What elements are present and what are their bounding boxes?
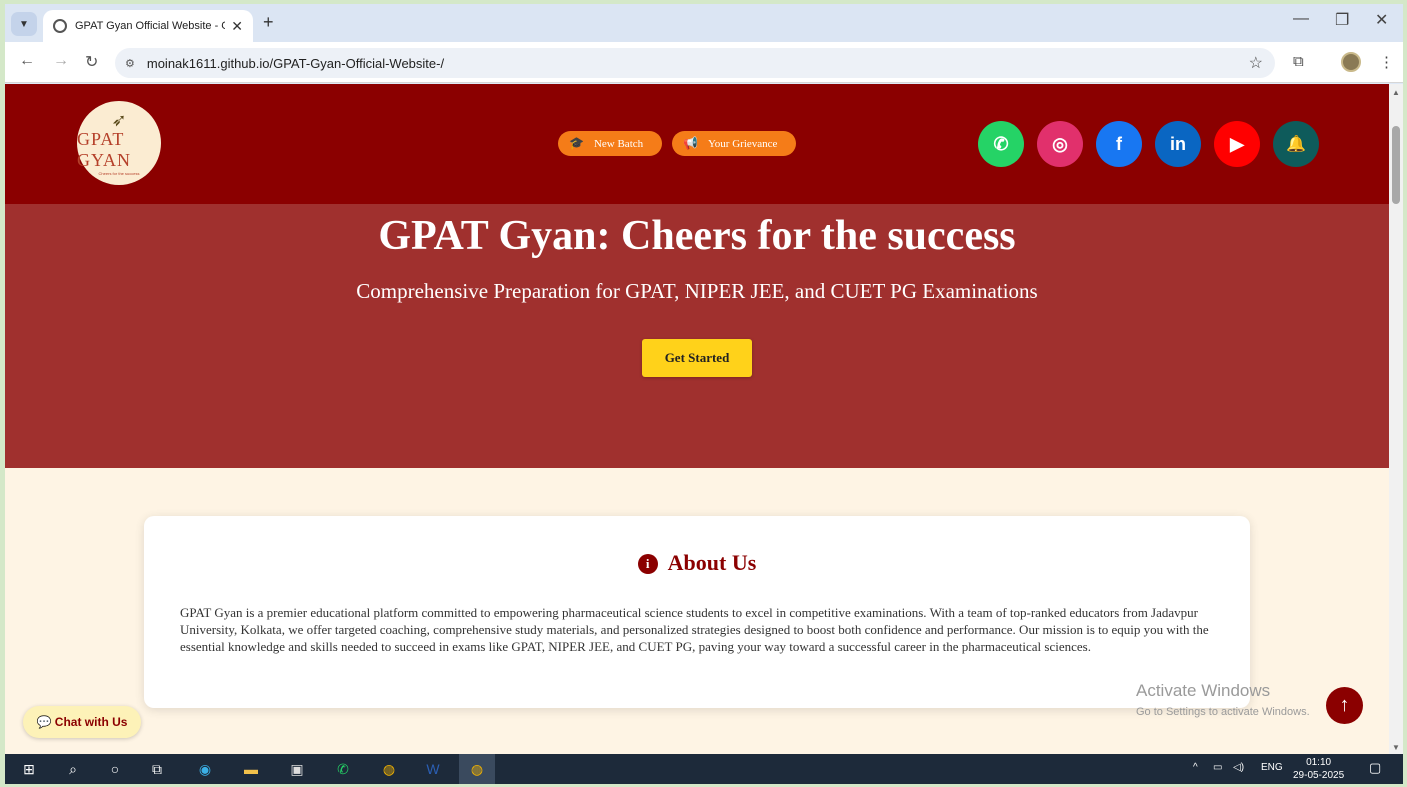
search-icon[interactable]: ⌕ bbox=[59, 757, 87, 781]
address-bar[interactable]: ⚙ moinak1611.github.io/GPAT-Gyan-Officia… bbox=[115, 48, 1275, 78]
volume-icon[interactable]: ◁) bbox=[1233, 762, 1244, 773]
about-text: GPAT Gyan is a premier educational platf… bbox=[180, 605, 1209, 654]
whatsapp-icon[interactable]: ✆ bbox=[978, 121, 1024, 167]
menu-kebab-icon[interactable]: ⋮ bbox=[1379, 53, 1394, 71]
site-info-icon[interactable]: ⚙ bbox=[125, 57, 135, 70]
hero-section: GPAT Gyan: Cheers for the success Compre… bbox=[5, 204, 1389, 468]
globe-icon bbox=[53, 19, 67, 33]
extensions-icon[interactable]: ⧉ bbox=[1293, 53, 1304, 70]
linkedin-icon[interactable]: in bbox=[1155, 121, 1201, 167]
new-batch-label: New Batch bbox=[593, 137, 644, 150]
reload-icon[interactable]: ↻ bbox=[85, 52, 98, 72]
page-viewport: ➶ GPAT GYAN Cheers for the success 🎓 New… bbox=[5, 84, 1389, 754]
scroll-down-icon[interactable]: ▼ bbox=[1392, 743, 1400, 752]
notifications-icon[interactable]: ▢ bbox=[1369, 760, 1381, 776]
close-tab-icon[interactable]: ✕ bbox=[231, 18, 243, 35]
whatsapp-taskbar-icon[interactable]: ✆ bbox=[329, 757, 357, 781]
get-started-button[interactable]: Get Started bbox=[642, 339, 752, 377]
facebook-icon[interactable]: f bbox=[1096, 121, 1142, 167]
system-clock[interactable]: 01:10 29-05-2025 bbox=[1293, 756, 1344, 782]
url-text: moinak1611.github.io/GPAT-Gyan-Official-… bbox=[146, 55, 445, 71]
instagram-icon[interactable]: ◎ bbox=[1037, 121, 1083, 167]
scrollbar-thumb[interactable] bbox=[1392, 126, 1400, 204]
minimize-icon[interactable]: — bbox=[1293, 10, 1309, 28]
browser-toolbar: ← → ↻ ⚙ moinak1611.github.io/GPAT-Gyan-O… bbox=[5, 42, 1403, 83]
site-logo[interactable]: ➶ GPAT GYAN Cheers for the success bbox=[77, 101, 161, 185]
grievance-label: Your Grievance bbox=[707, 137, 778, 150]
grievance-button[interactable]: 📢 Your Grievance bbox=[672, 131, 796, 156]
scroll-to-top-button[interactable]: ↑ bbox=[1326, 687, 1363, 724]
chrome-active-icon[interactable]: ◍ bbox=[459, 754, 495, 784]
task-view-icon[interactable]: ⧉ bbox=[143, 757, 171, 781]
about-heading: i About Us bbox=[144, 550, 1250, 576]
tab-title: GPAT Gyan Official Website - G bbox=[75, 20, 226, 32]
youtube-icon[interactable]: ▶ bbox=[1214, 121, 1260, 167]
info-icon: i bbox=[637, 554, 658, 574]
hero-title: GPAT Gyan: Cheers for the success bbox=[378, 213, 1016, 259]
word-icon[interactable]: W bbox=[419, 757, 447, 781]
new-batch-button[interactable]: 🎓 New Batch bbox=[558, 131, 662, 156]
activate-windows-watermark: Activate Windows Go to Settings to activ… bbox=[1136, 681, 1310, 718]
graduation-cap-icon: 🎓 bbox=[569, 136, 584, 150]
bird-icon: ➶ bbox=[111, 110, 127, 130]
scroll-up-icon[interactable]: ▲ bbox=[1392, 88, 1400, 97]
restore-icon[interactable]: ❐ bbox=[1335, 10, 1349, 30]
about-card: i About Us GPAT Gyan is a premier educati… bbox=[144, 516, 1250, 708]
start-icon[interactable]: ⊞ bbox=[15, 757, 43, 781]
back-icon[interactable]: ← bbox=[19, 52, 35, 70]
close-window-icon[interactable]: ✕ bbox=[1375, 10, 1388, 30]
chrome-icon[interactable]: ◍ bbox=[375, 757, 403, 781]
logo-wordmark: GPAT GYAN bbox=[77, 129, 132, 170]
edge-icon[interactable]: ◉ bbox=[191, 757, 219, 781]
bookmark-star-icon[interactable]: ☆ bbox=[1249, 53, 1263, 73]
chat-with-us-button[interactable]: 💬 Chat with Us bbox=[23, 706, 141, 738]
tray-chevron-icon[interactable]: ^ bbox=[1193, 762, 1198, 773]
logo-tagline: Cheers for the success bbox=[98, 171, 140, 176]
tab-search-icon[interactable]: ▼ bbox=[11, 12, 37, 36]
battery-icon[interactable]: ▭ bbox=[1213, 762, 1222, 773]
bell-icon[interactable]: 🔔 bbox=[1273, 121, 1319, 167]
screen: ▼ GPAT Gyan Official Website - G ✕ + — ❐… bbox=[5, 4, 1403, 784]
megaphone-icon: 📢 bbox=[683, 136, 698, 150]
tab-strip: ▼ GPAT Gyan Official Website - G ✕ + — ❐… bbox=[5, 4, 1403, 42]
hero-subtitle: Comprehensive Preparation for GPAT, NIPE… bbox=[356, 279, 1038, 303]
language-indicator[interactable]: ENG bbox=[1261, 762, 1283, 773]
store-icon[interactable]: ▣ bbox=[283, 757, 311, 781]
forward-icon[interactable]: → bbox=[53, 52, 69, 70]
file-explorer-icon[interactable]: ▬ bbox=[237, 757, 265, 781]
windows-taskbar: ⊞ ⌕ ○ ⧉ ◉ ▬ ▣ ✆ ◍ W ◍ ^ ▭ ◁) ENG 01:10 2… bbox=[5, 754, 1403, 784]
cortana-icon[interactable]: ○ bbox=[101, 757, 129, 781]
page-scrollbar[interactable]: ▲ ▼ bbox=[1389, 84, 1403, 754]
browser-tab[interactable]: GPAT Gyan Official Website - G ✕ bbox=[43, 10, 253, 42]
profile-avatar[interactable] bbox=[1341, 52, 1361, 72]
new-tab-icon[interactable]: + bbox=[263, 12, 274, 33]
site-header: ➶ GPAT GYAN Cheers for the success 🎓 New… bbox=[5, 84, 1389, 204]
